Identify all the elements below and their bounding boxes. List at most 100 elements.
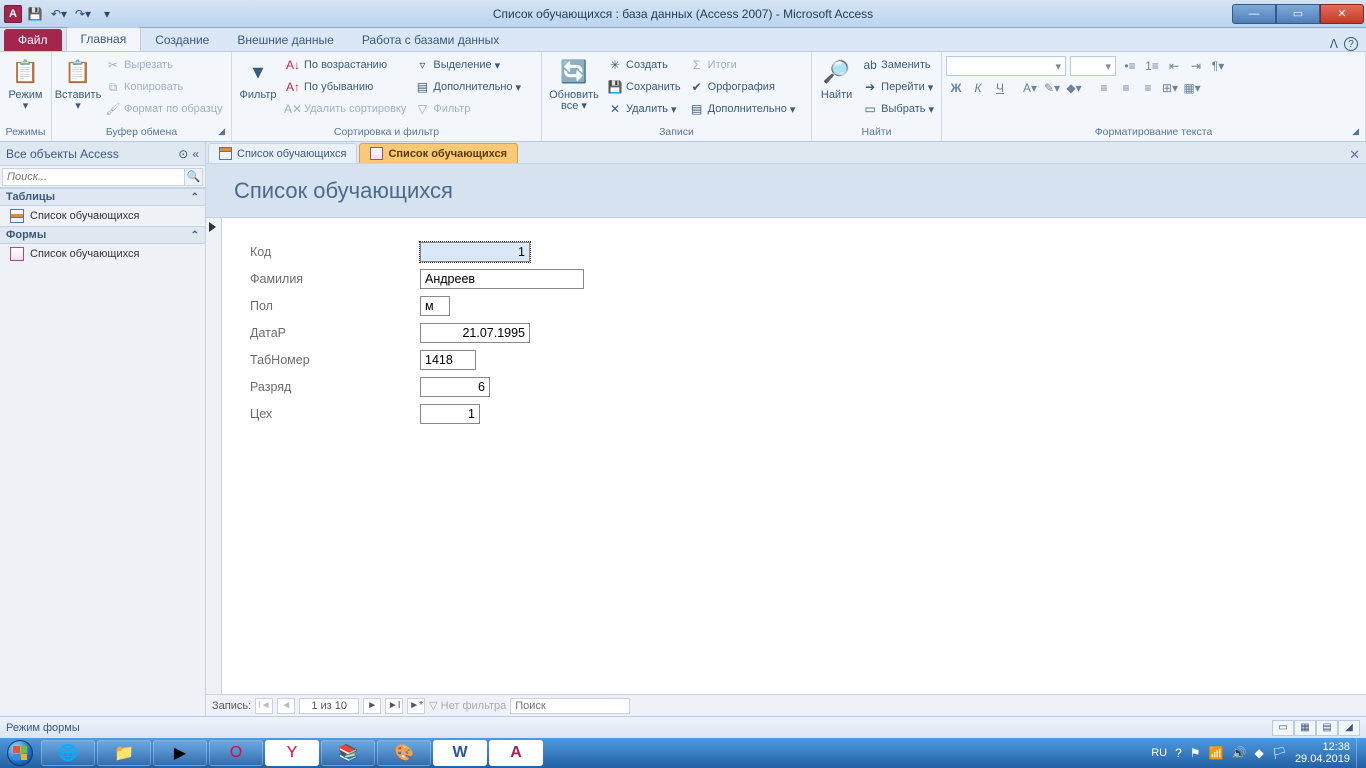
field-input[interactable]: 21.07.1995 xyxy=(420,323,530,343)
gridlines-icon[interactable]: ⊞▾ xyxy=(1160,78,1180,98)
app-icon[interactable]: A xyxy=(4,5,22,23)
align-left-icon[interactable]: ≡ xyxy=(1094,78,1114,98)
doc-tab-table[interactable]: Список обучающихся xyxy=(208,143,357,163)
italic-icon[interactable]: К xyxy=(968,78,988,98)
prev-record-button[interactable]: ◄ xyxy=(277,698,295,714)
field-input[interactable]: 1 xyxy=(420,242,530,262)
more-records-button[interactable]: ▤Дополнительно ▾ xyxy=(686,98,799,120)
refresh-all-button[interactable]: 🔄 Обновитьвсе ▾ xyxy=(546,54,602,114)
language-indicator[interactable]: RU xyxy=(1151,747,1167,759)
doc-tab-form[interactable]: Список обучающихся xyxy=(359,143,518,163)
nav-dropdown-icon[interactable]: ⊙ xyxy=(178,147,188,161)
nav-group-forms[interactable]: Формы⌃ xyxy=(0,226,205,244)
tray-network-icon[interactable]: 📶 xyxy=(1209,746,1224,760)
bullets-icon[interactable]: •≡ xyxy=(1120,56,1140,76)
qat-customize-icon[interactable]: ▾ xyxy=(96,3,118,25)
minimize-button[interactable]: — xyxy=(1232,4,1276,24)
tray-flag-icon[interactable]: 🏳 xyxy=(1272,746,1287,760)
nav-pane-header[interactable]: Все объекты Access ⊙« xyxy=(0,142,205,166)
taskbar-word[interactable]: W xyxy=(433,740,487,766)
design-view-button[interactable]: ◢ xyxy=(1338,720,1360,736)
field-input[interactable]: 1418 xyxy=(420,350,476,370)
sort-asc-button[interactable]: A↓По возрастанию xyxy=(282,54,409,76)
underline-icon[interactable]: Ч xyxy=(990,78,1010,98)
file-tab[interactable]: Файл xyxy=(4,29,62,51)
fill-color-icon[interactable]: ◆▾ xyxy=(1064,78,1084,98)
taskbar-winrar[interactable]: 📚 xyxy=(321,740,375,766)
show-desktop-button[interactable] xyxy=(1356,738,1366,768)
delete-record-button[interactable]: ✕Удалить ▾ xyxy=(604,98,684,120)
close-tab-button[interactable]: ✕ xyxy=(1349,147,1360,163)
taskbar-yandex[interactable]: Y xyxy=(265,740,319,766)
view-mode-button[interactable]: 📋 Режим▾ xyxy=(4,54,47,114)
field-input[interactable]: м xyxy=(420,296,450,316)
tab-create[interactable]: Создание xyxy=(141,29,223,51)
new-record-nav-button[interactable]: ►* xyxy=(407,698,425,714)
help-icon[interactable]: ? xyxy=(1344,37,1358,51)
select-button[interactable]: ▭Выбрать ▾ xyxy=(859,98,937,120)
align-right-icon[interactable]: ≡ xyxy=(1138,78,1158,98)
next-record-button[interactable]: ► xyxy=(363,698,381,714)
highlight-icon[interactable]: ✎▾ xyxy=(1042,78,1062,98)
toggle-filter-button[interactable]: ▽Фильтр xyxy=(411,98,524,120)
layout-view-button[interactable]: ▤ xyxy=(1316,720,1338,736)
text-dir-icon[interactable]: ¶▾ xyxy=(1208,56,1228,76)
sort-desc-button[interactable]: A↑По убыванию xyxy=(282,76,409,98)
tab-home[interactable]: Главная xyxy=(66,27,142,51)
totals-button[interactable]: ΣИтоги xyxy=(686,54,799,76)
new-record-button[interactable]: ✳Создать xyxy=(604,54,684,76)
cut-button[interactable]: ✂Вырезать xyxy=(102,54,226,76)
taskbar-opera[interactable]: O xyxy=(209,740,263,766)
taskbar-explorer[interactable]: 📁 xyxy=(97,740,151,766)
save-record-button[interactable]: 💾Сохранить xyxy=(604,76,684,98)
spelling-button[interactable]: ✔Орфография xyxy=(686,76,799,98)
nav-group-tables[interactable]: Таблицы⌃ xyxy=(0,188,205,206)
form-view-button[interactable]: ▭ xyxy=(1272,720,1294,736)
goto-button[interactable]: ➔Перейти ▾ xyxy=(859,76,937,98)
datasheet-view-button[interactable]: ▦ xyxy=(1294,720,1316,736)
nav-item-table[interactable]: Список обучающихся xyxy=(0,206,205,226)
font-color-icon[interactable]: A▾ xyxy=(1020,78,1040,98)
indent-inc-icon[interactable]: ⇥ xyxy=(1186,56,1206,76)
nav-collapse-icon[interactable]: « xyxy=(192,147,199,161)
record-counter[interactable]: 1 из 10 xyxy=(299,698,359,714)
first-record-button[interactable]: I◄ xyxy=(255,698,273,714)
bold-icon[interactable]: Ж xyxy=(946,78,966,98)
last-record-button[interactable]: ►I xyxy=(385,698,403,714)
clear-sort-button[interactable]: A✕Удалить сортировку xyxy=(282,98,409,120)
tab-external-data[interactable]: Внешние данные xyxy=(223,29,348,51)
field-input[interactable]: Андреев xyxy=(420,269,584,289)
advanced-filter-button[interactable]: ▤Дополнительно ▾ xyxy=(411,76,524,98)
font-name-combo[interactable]: ▾ xyxy=(946,56,1066,76)
dialog-launcher-icon[interactable]: ◢ xyxy=(218,126,225,137)
nav-search-input[interactable] xyxy=(2,168,185,186)
numbering-icon[interactable]: 1≡ xyxy=(1142,56,1162,76)
record-selector[interactable] xyxy=(206,218,222,694)
replace-button[interactable]: abЗаменить xyxy=(859,54,937,76)
save-icon[interactable]: 💾 xyxy=(24,3,46,25)
format-painter-button[interactable]: 🖌Формат по образцу xyxy=(102,98,226,120)
selection-filter-button[interactable]: ▿Выделение ▾ xyxy=(411,54,524,76)
tray-app-icon[interactable]: ◆ xyxy=(1254,746,1263,760)
find-button[interactable]: 🔎 Найти xyxy=(816,54,857,103)
alt-row-icon[interactable]: ▦▾ xyxy=(1182,78,1202,98)
start-button[interactable] xyxy=(0,738,40,768)
minimize-ribbon-icon[interactable]: ᐱ xyxy=(1330,37,1338,51)
copy-button[interactable]: ⧉Копировать xyxy=(102,76,226,98)
indent-dec-icon[interactable]: ⇤ xyxy=(1164,56,1184,76)
undo-icon[interactable]: ↶▾ xyxy=(48,3,70,25)
taskbar-media[interactable]: ▶ xyxy=(153,740,207,766)
record-search-input[interactable] xyxy=(510,698,630,714)
filter-button[interactable]: ▾ Фильтр xyxy=(236,54,280,103)
field-input[interactable]: 6 xyxy=(420,377,490,397)
paste-button[interactable]: 📋 Вставить▾ xyxy=(56,54,100,114)
redo-icon[interactable]: ↷▾ xyxy=(72,3,94,25)
taskbar-ie[interactable]: 🌐 xyxy=(41,740,95,766)
taskbar-paint[interactable]: 🎨 xyxy=(377,740,431,766)
tray-help-icon[interactable]: ? xyxy=(1175,746,1182,760)
search-icon[interactable]: 🔍 xyxy=(185,168,203,186)
nav-item-form[interactable]: Список обучающихся xyxy=(0,244,205,264)
font-size-combo[interactable]: ▾ xyxy=(1070,56,1116,76)
tray-volume-icon[interactable]: 🔊 xyxy=(1232,746,1247,760)
taskbar-access[interactable]: A xyxy=(489,740,543,766)
